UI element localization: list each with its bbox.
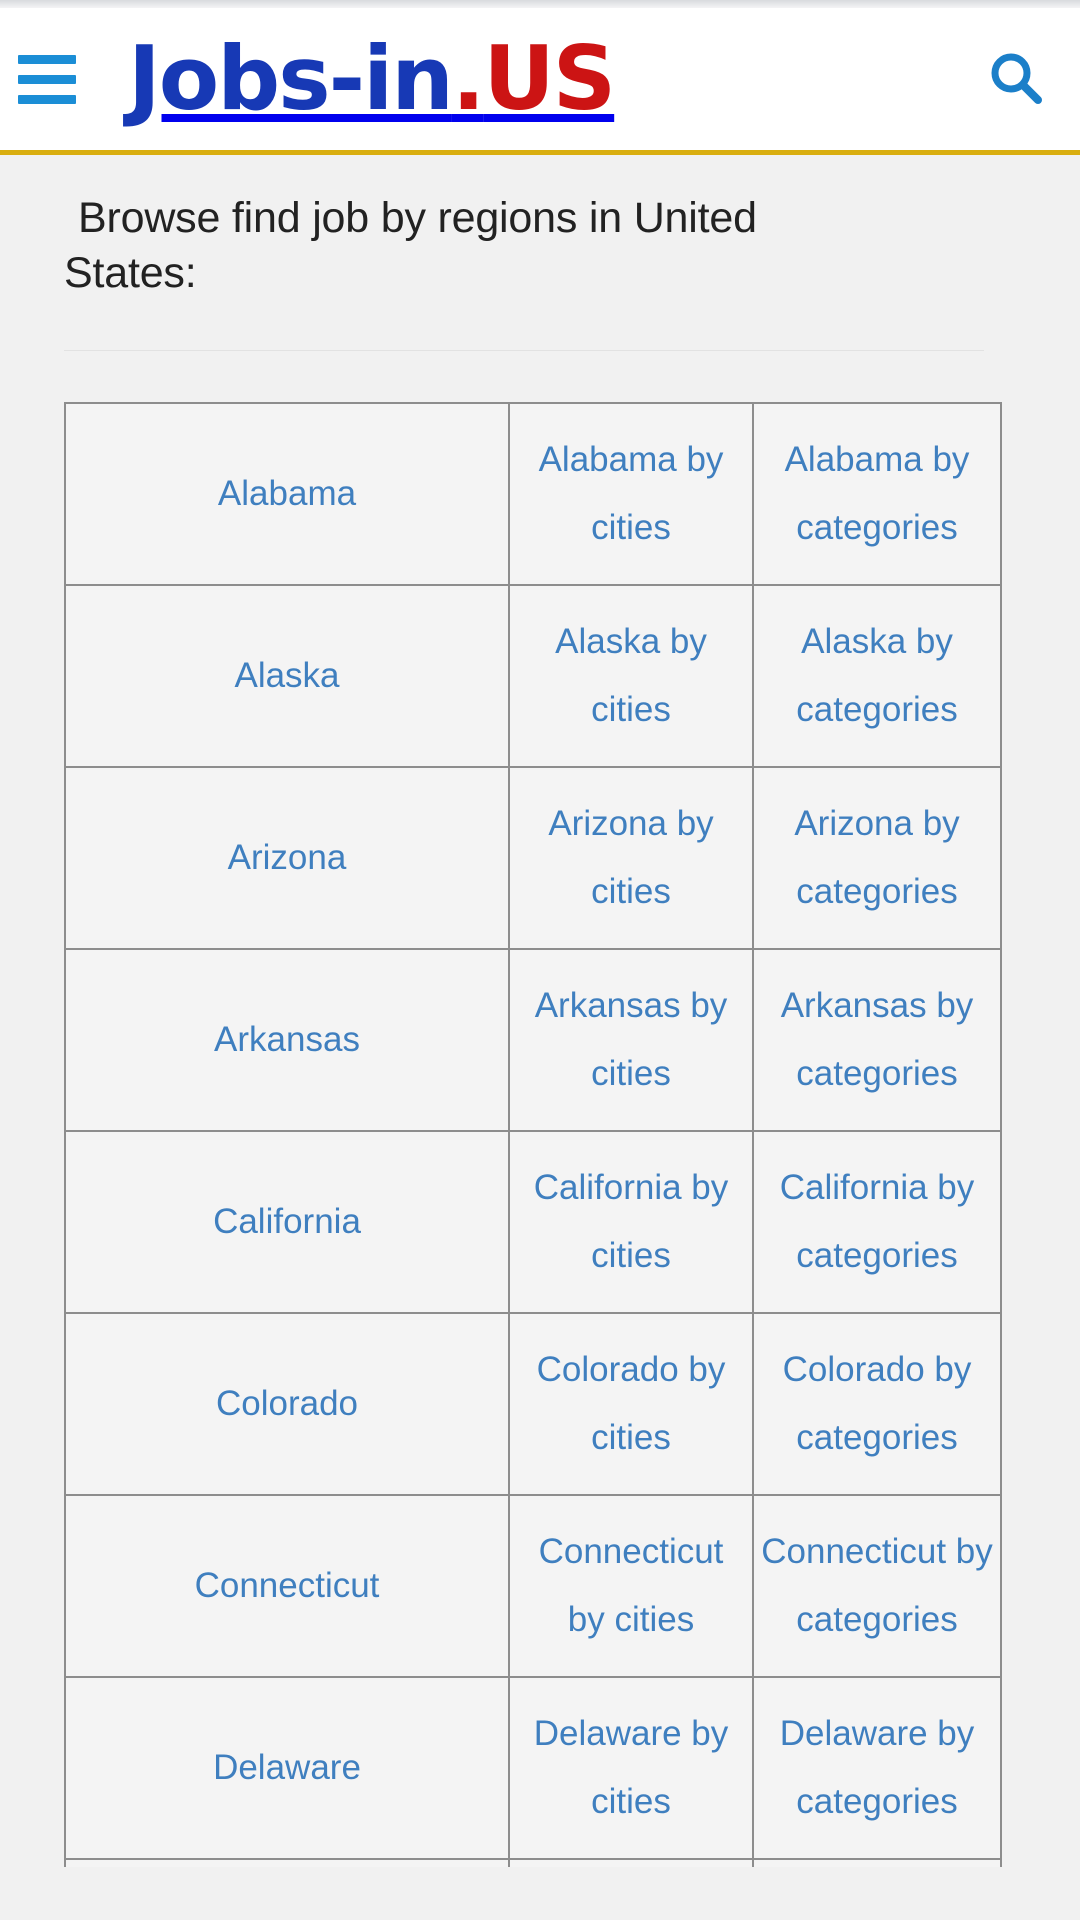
state-link[interactable]: California (213, 1201, 361, 1243)
table-cell-categories[interactable]: Arizona by categories (752, 766, 1002, 951)
state-by-cities-link[interactable]: Arkansas by cities (516, 972, 746, 1109)
site-logo[interactable]: Jobs-in.US (128, 35, 616, 123)
state-by-categories-link[interactable]: Delaware by categories (760, 1700, 994, 1837)
state-by-cities-link[interactable]: Connecticut by cities (516, 1518, 746, 1655)
page-body: Browse find job by regions in United Sta… (0, 155, 1080, 1868)
search-button[interactable] (978, 41, 1054, 117)
state-link[interactable]: Arkansas (214, 1019, 360, 1061)
state-link[interactable]: Connecticut (195, 1565, 380, 1607)
table-cell-categories[interactable]: Alaska by categories (752, 584, 1002, 769)
table-row: Alaska Alaska by cities Alaska by catego… (64, 584, 1002, 769)
table-cell-state[interactable]: Connecticut (64, 1494, 510, 1679)
state-by-cities-link[interactable]: Arizona by cities (516, 790, 746, 927)
table-cell-categories[interactable]: Colorado by categories (752, 1312, 1002, 1497)
table-cell-cities[interactable]: Arkansas by cities (508, 948, 754, 1133)
state-by-categories-link[interactable]: Alabama by categories (760, 426, 994, 563)
table-cell-state[interactable] (64, 1858, 510, 1868)
logo-brand-tld: US (483, 27, 616, 130)
table-cell-categories[interactable]: Connecticut by categories (752, 1494, 1002, 1679)
hamburger-menu-icon[interactable] (18, 51, 84, 107)
hamburger-bar-1 (18, 54, 76, 64)
hamburger-bar-2 (18, 74, 76, 84)
state-by-categories-link[interactable]: Connecticut by categories (760, 1518, 994, 1655)
table-cell-cities[interactable]: Alabama by cities (508, 402, 754, 587)
table-cell-categories[interactable]: District of (752, 1858, 1002, 1868)
search-icon (991, 53, 1042, 104)
state-by-cities-link[interactable]: California by cities (516, 1154, 746, 1291)
table-cell-state[interactable]: Colorado (64, 1312, 510, 1497)
table-cell-state[interactable]: Arizona (64, 766, 510, 951)
state-link[interactable]: Alaska (234, 655, 339, 697)
regions-table-wrap: Alabama Alabama by cities Alabama by cat… (0, 351, 1080, 1868)
table-cell-categories[interactable]: California by categories (752, 1130, 1002, 1315)
table-cell-state[interactable]: Delaware (64, 1676, 510, 1861)
table-cell-categories[interactable]: Delaware by categories (752, 1676, 1002, 1861)
table-row: Delaware Delaware by cities Delaware by … (64, 1676, 1002, 1861)
site-header: Jobs-in.US (0, 8, 1080, 155)
state-by-categories-link[interactable]: Alaska by categories (760, 608, 994, 745)
regions-table: Alabama Alabama by cities Alabama by cat… (64, 402, 1002, 1868)
logo-brand-main: Jobs-in (128, 27, 454, 130)
table-cell-cities[interactable]: California by cities (508, 1130, 754, 1315)
state-link[interactable]: Alabama (218, 473, 356, 515)
state-by-cities-link[interactable]: Alabama by cities (516, 426, 746, 563)
table-row: Alabama Alabama by cities Alabama by cat… (64, 402, 1002, 587)
table-row: Connecticut Connecticut by cities Connec… (64, 1494, 1002, 1679)
table-cell-categories[interactable]: Alabama by categories (752, 402, 1002, 587)
table-row: Arizona Arizona by cities Arizona by cat… (64, 766, 1002, 951)
browse-heading-text: Browse find job by regions in United Sta… (64, 194, 757, 297)
page-title: Browse find job by regions in United Sta… (0, 155, 820, 300)
state-link[interactable]: Delaware (213, 1747, 361, 1789)
hamburger-bar-3 (18, 94, 76, 104)
table-cell-categories[interactable]: Arkansas by categories (752, 948, 1002, 1133)
state-by-categories-link[interactable]: California by categories (760, 1154, 994, 1291)
table-row: District of District of (64, 1858, 1002, 1868)
table-row: Colorado Colorado by cities Colorado by … (64, 1312, 1002, 1497)
table-cell-state[interactable]: California (64, 1130, 510, 1315)
state-by-categories-link[interactable]: Colorado by categories (760, 1336, 994, 1473)
table-cell-cities[interactable]: Alaska by cities (508, 584, 754, 769)
state-by-cities-link[interactable]: Alaska by cities (516, 608, 746, 745)
table-cell-cities[interactable]: Arizona by cities (508, 766, 754, 951)
state-link[interactable]: Colorado (216, 1383, 358, 1425)
table-cell-cities[interactable]: Colorado by cities (508, 1312, 754, 1497)
table-cell-state[interactable]: Alabama (64, 402, 510, 587)
logo-brand-dot: . (451, 27, 485, 130)
regions-table-body: Alabama Alabama by cities Alabama by cat… (64, 402, 1002, 1868)
state-by-categories-link[interactable]: Arizona by categories (760, 790, 994, 927)
state-link[interactable]: Arizona (228, 837, 347, 879)
state-by-categories-link[interactable]: Arkansas by categories (760, 972, 994, 1109)
state-by-cities-link[interactable]: Delaware by cities (516, 1700, 746, 1837)
table-row: Arkansas Arkansas by cities Arkansas by … (64, 948, 1002, 1133)
regions-table-clip: Alabama Alabama by cities Alabama by cat… (64, 402, 1080, 1868)
table-cell-cities[interactable]: District of (508, 1858, 754, 1868)
state-by-cities-link[interactable]: Colorado by cities (516, 1336, 746, 1473)
table-cell-cities[interactable]: Delaware by cities (508, 1676, 754, 1861)
viewport-top-strip (0, 0, 1080, 8)
table-cell-state[interactable]: Arkansas (64, 948, 510, 1133)
table-row: California California by cities Californ… (64, 1130, 1002, 1315)
table-cell-state[interactable]: Alaska (64, 584, 510, 769)
table-cell-cities[interactable]: Connecticut by cities (508, 1494, 754, 1679)
